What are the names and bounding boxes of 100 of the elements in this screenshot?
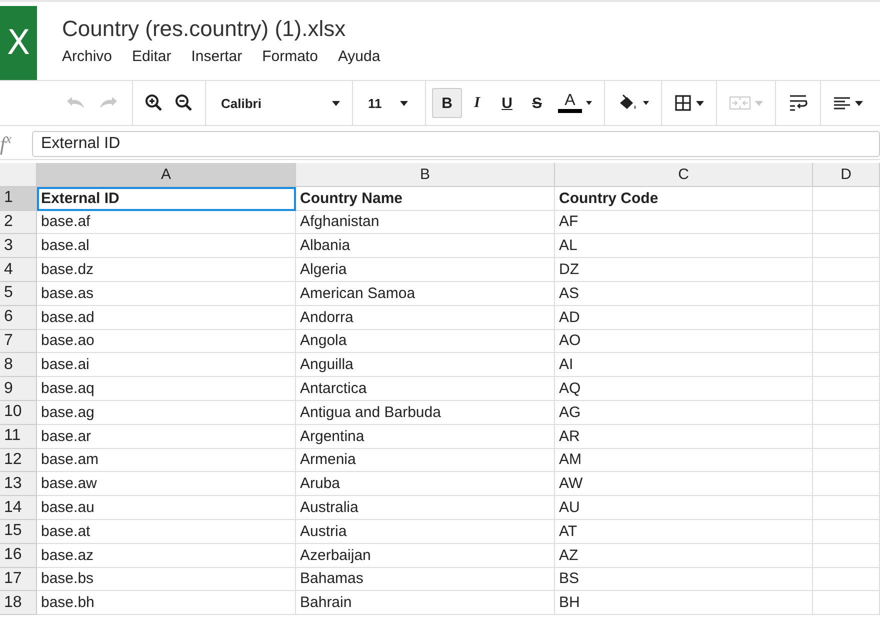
column-header[interactable]: D xyxy=(813,163,880,187)
table-cell[interactable]: base.ad xyxy=(37,306,296,330)
table-cell[interactable]: Bahrain xyxy=(296,591,555,616)
table-cell[interactable]: AR xyxy=(555,424,813,449)
table-cell[interactable] xyxy=(813,520,880,544)
row-header[interactable]: 11 xyxy=(0,424,37,449)
formula-input[interactable]: External ID xyxy=(32,131,880,157)
table-cell[interactable]: AD xyxy=(555,306,813,330)
table-cell[interactable]: base.ao xyxy=(37,330,296,354)
column-header[interactable]: C xyxy=(555,163,813,187)
table-cell[interactable]: base.am xyxy=(37,448,296,472)
table-cell[interactable]: base.aq xyxy=(37,377,296,401)
table-cell[interactable]: AG xyxy=(555,400,813,425)
table-cell[interactable] xyxy=(813,282,880,306)
row-header[interactable]: 16 xyxy=(0,544,37,568)
row-header[interactable]: 18 xyxy=(0,591,37,616)
table-cell[interactable]: Australia xyxy=(296,496,555,520)
table-cell[interactable] xyxy=(813,210,880,234)
table-cell[interactable]: base.au xyxy=(37,496,296,520)
table-cell[interactable]: AI xyxy=(555,353,813,378)
table-cell[interactable]: AU xyxy=(555,496,813,520)
bold-button[interactable]: B xyxy=(432,88,462,118)
row-header[interactable]: 12 xyxy=(0,448,37,472)
table-cell[interactable]: base.az xyxy=(37,544,296,568)
table-cell[interactable]: base.af xyxy=(37,210,296,234)
table-cell[interactable]: base.bs xyxy=(37,568,296,592)
table-cell[interactable]: Algeria xyxy=(296,258,555,282)
table-cell[interactable]: base.ar xyxy=(37,424,296,449)
table-cell[interactable]: base.aw xyxy=(37,472,296,496)
row-header[interactable]: 5 xyxy=(0,282,37,306)
row-header[interactable]: 17 xyxy=(0,568,37,592)
table-cell[interactable] xyxy=(813,591,880,616)
table-cell[interactable]: AL xyxy=(555,234,813,258)
menu-item[interactable]: Archivo xyxy=(62,48,112,65)
table-cell[interactable]: AZ xyxy=(555,544,813,568)
table-cell[interactable]: Argentina xyxy=(296,424,555,449)
table-cell[interactable]: Bahamas xyxy=(296,568,555,592)
table-cell[interactable] xyxy=(813,377,880,401)
table-cell[interactable]: base.al xyxy=(37,234,296,258)
row-header[interactable]: 4 xyxy=(0,258,37,282)
table-cell[interactable]: DZ xyxy=(555,258,813,282)
font-size-dropdown[interactable]: 11 xyxy=(359,88,419,118)
table-cell[interactable]: base.as xyxy=(37,282,296,306)
table-cell[interactable]: Antigua and Barbuda xyxy=(296,400,555,425)
table-cell[interactable] xyxy=(813,258,880,282)
table-cell[interactable] xyxy=(813,472,880,496)
table-cell[interactable]: base.ai xyxy=(37,353,296,378)
table-cell[interactable] xyxy=(813,424,880,449)
table-cell[interactable] xyxy=(813,544,880,568)
table-cell[interactable]: base.ag xyxy=(37,400,296,425)
table-cell[interactable]: AT xyxy=(555,520,813,544)
table-cell[interactable]: AF xyxy=(555,210,813,234)
select-all-corner[interactable] xyxy=(0,163,37,187)
underline-button[interactable]: U xyxy=(492,88,522,118)
table-cell[interactable]: Afghanistan xyxy=(296,210,555,234)
table-cell[interactable]: AW xyxy=(555,472,813,496)
table-cell[interactable]: Antarctica xyxy=(296,377,555,401)
table-cell[interactable]: AO xyxy=(555,330,813,354)
table-cell[interactable]: Angola xyxy=(296,330,555,354)
table-cell[interactable]: Country Name xyxy=(296,186,555,211)
strike-button[interactable]: S xyxy=(522,88,552,118)
row-header[interactable]: 7 xyxy=(0,330,37,354)
table-cell[interactable]: BH xyxy=(555,591,813,616)
menu-item[interactable]: Insertar xyxy=(191,48,242,65)
table-cell[interactable] xyxy=(813,448,880,472)
table-cell[interactable] xyxy=(813,234,880,258)
column-header[interactable]: B xyxy=(296,163,555,187)
row-header[interactable]: 10 xyxy=(0,400,37,425)
column-header[interactable]: A xyxy=(37,163,296,187)
row-header[interactable]: 15 xyxy=(0,520,37,544)
table-cell[interactable]: AQ xyxy=(555,377,813,401)
table-cell[interactable]: AM xyxy=(555,448,813,472)
font-dropdown[interactable]: Calibri xyxy=(212,88,346,118)
table-cell[interactable]: American Samoa xyxy=(296,282,555,306)
row-header[interactable]: 8 xyxy=(0,353,37,378)
italic-button[interactable]: I xyxy=(462,88,492,118)
table-cell[interactable]: External ID xyxy=(37,186,296,211)
table-cell[interactable]: base.dz xyxy=(37,258,296,282)
table-cell[interactable]: Anguilla xyxy=(296,353,555,378)
table-cell[interactable]: AS xyxy=(555,282,813,306)
row-header[interactable]: 6 xyxy=(0,306,37,330)
table-cell[interactable]: Azerbaijan xyxy=(296,544,555,568)
table-cell[interactable]: Country Code xyxy=(555,186,813,211)
table-cell[interactable] xyxy=(813,306,880,330)
row-header[interactable]: 14 xyxy=(0,496,37,520)
row-header[interactable]: 1 xyxy=(0,186,37,211)
table-cell[interactable] xyxy=(813,186,880,211)
row-header[interactable]: 3 xyxy=(0,234,37,258)
table-cell[interactable] xyxy=(813,330,880,354)
row-header[interactable]: 9 xyxy=(0,377,37,401)
table-cell[interactable]: base.at xyxy=(37,520,296,544)
table-cell[interactable]: Armenia xyxy=(296,448,555,472)
table-cell[interactable]: base.bh xyxy=(37,591,296,616)
row-header[interactable]: 2 xyxy=(0,210,37,234)
text-color-button[interactable]: A xyxy=(552,88,598,118)
table-cell[interactable]: BS xyxy=(555,568,813,592)
table-cell[interactable] xyxy=(813,400,880,425)
table-cell[interactable] xyxy=(813,568,880,592)
table-cell[interactable]: Aruba xyxy=(296,472,555,496)
menu-item[interactable]: Editar xyxy=(132,48,172,65)
